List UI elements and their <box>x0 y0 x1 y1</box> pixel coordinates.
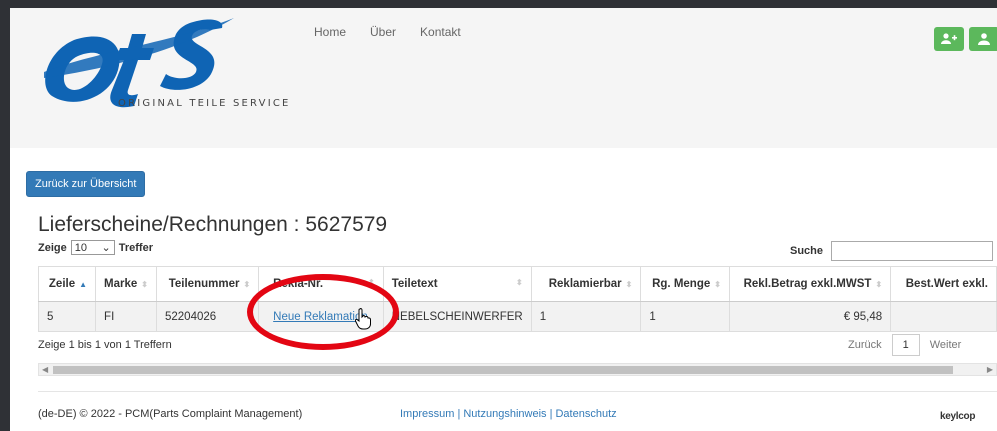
cell-teiletext: NEBELSCHEINWERFER <box>383 301 532 332</box>
red-highlight-circle <box>247 274 399 350</box>
footer-copyright: (de-DE) © 2022 - PCM(Parts Complaint Man… <box>38 408 303 420</box>
cell-marke: FI <box>95 301 157 332</box>
sort-icon: ⬍ <box>141 280 148 289</box>
sort-icon: ⬍ <box>714 280 721 289</box>
hand-cursor-icon <box>355 308 371 330</box>
cell-zeile: 5 <box>37 301 97 332</box>
column-header-zeile[interactable]: Zeile ▲ <box>37 266 97 302</box>
sort-icon: ⬍ <box>243 280 251 289</box>
table-header-row: Zeile ▲ Marke ⬍ Teilenummer ⬍ Rekla-Nr. ⬍ Te… <box>37 266 997 302</box>
column-header-reklamierbar[interactable]: Reklamierbar ⬍ <box>531 266 642 302</box>
search-label: Suche <box>790 245 824 257</box>
invoice-table: Zeile ▲ Marke ⬍ Teilenummer ⬍ Rekla-Nr. ⬍ Te… <box>37 266 997 332</box>
sort-asc-icon: ▲ <box>79 280 88 289</box>
next-page-button[interactable]: Weiter <box>930 339 962 351</box>
page-title: Lieferscheine/Rechnungen : 5627579 <box>38 213 388 236</box>
prev-page-button[interactable]: Zurück <box>848 339 882 351</box>
user-add-icon <box>941 33 957 44</box>
logo-tagline: ORIGINAL TEILE SERVICE <box>118 98 291 109</box>
cell-teilenummer: 52204026 <box>156 301 260 332</box>
nav-about[interactable]: Über <box>370 25 396 39</box>
page-length-control: Zeige 10 ⌄ Treffer <box>38 240 153 255</box>
column-header-teilenummer[interactable]: Teilenummer ⬍ <box>156 266 260 302</box>
footer-links[interactable]: Impressum | Nutzungshinweis | Datenschut… <box>400 408 617 420</box>
length-suffix: Treffer <box>118 241 153 254</box>
add-user-button[interactable] <box>934 27 964 51</box>
sort-icon: ⬍ <box>625 280 633 289</box>
pagination: Zurück 1 Weiter <box>848 334 961 356</box>
scroll-left-icon[interactable]: ◀ <box>42 365 48 374</box>
cell-reklamierbar: 1 <box>531 301 642 332</box>
user-icon <box>978 33 990 45</box>
horizontal-scrollbar[interactable]: ◀ ▶ <box>38 363 997 376</box>
column-header-best-wert[interactable]: Best.Wert exkl. <box>890 266 997 302</box>
user-button[interactable] <box>969 27 997 51</box>
chevron-down-icon: ⌄ <box>101 242 111 254</box>
table-info: Zeige 1 bis 1 von 1 Treffern <box>38 339 172 351</box>
page-number-button[interactable]: 1 <box>891 334 920 356</box>
table-row: 5 FI 52204026 Neue Reklamation NEBELSCHE… <box>37 301 997 332</box>
cell-rg-menge: 1 <box>640 301 730 332</box>
column-header-rg-menge[interactable]: Rg. Menge ⬍ <box>640 266 730 302</box>
column-header-teiletext[interactable]: Teiletext ⬍ <box>383 266 532 302</box>
sort-icon: ⬍ <box>875 280 883 289</box>
search-input[interactable] <box>831 241 994 261</box>
cell-rekl-betrag: € 95,48 <box>729 301 892 332</box>
column-header-marke[interactable]: Marke ⬍ <box>95 266 157 302</box>
scrollbar-thumb[interactable] <box>53 366 953 374</box>
page-length-select[interactable]: 10 ⌄ <box>70 240 115 255</box>
sort-icon: ⬍ <box>516 278 523 287</box>
footer-divider <box>38 391 997 392</box>
length-value: 10 <box>74 241 87 254</box>
length-prefix: Zeige <box>38 241 67 254</box>
cell-best-wert <box>890 301 997 332</box>
main-nav: Home Über Kontakt <box>314 25 461 39</box>
table-search: Suche <box>790 241 994 261</box>
keylcop-logo: keylcop <box>940 411 976 422</box>
column-header-rekl-betrag[interactable]: Rekl.Betrag exkl.MWST ⬍ <box>729 266 892 302</box>
nav-contact[interactable]: Kontakt <box>420 25 461 39</box>
back-to-overview-button[interactable]: Zurück zur Übersicht <box>26 171 146 197</box>
nav-home[interactable]: Home <box>314 25 346 39</box>
scroll-right-icon[interactable]: ▶ <box>987 365 993 374</box>
site-header: ORIGINAL TEILE SERVICE Home Über Kontakt <box>10 8 997 148</box>
app-window: ORIGINAL TEILE SERVICE Home Über Kontakt… <box>10 8 997 431</box>
